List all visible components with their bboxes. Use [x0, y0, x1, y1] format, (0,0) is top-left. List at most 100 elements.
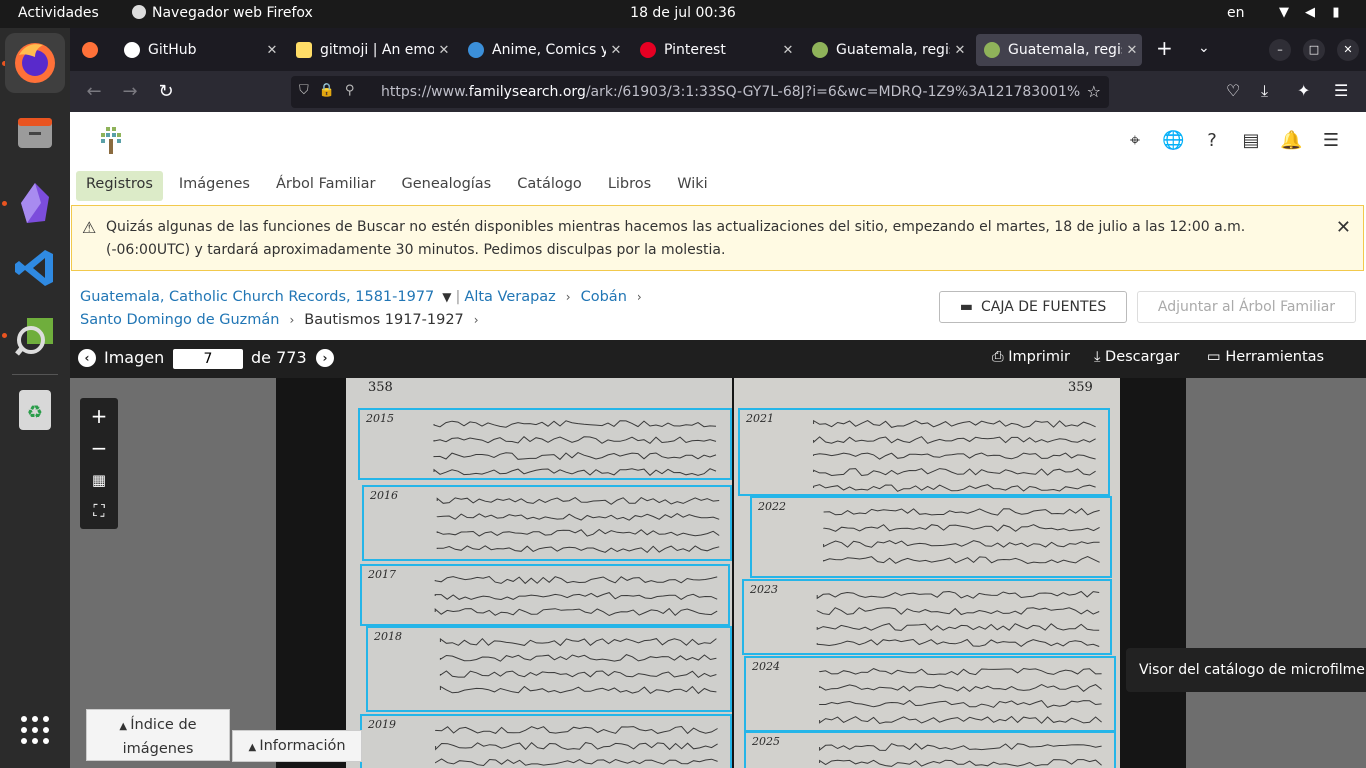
nav-registros[interactable]: Registros: [76, 171, 163, 201]
obsidian-dock-icon[interactable]: [5, 173, 65, 233]
downloads-icon[interactable]: ⤓: [1261, 81, 1268, 101]
system-tray[interactable]: ▼ ◀ ▮: [1276, 5, 1344, 21]
record-number: 2021: [746, 412, 774, 425]
close-banner-icon[interactable]: ✕: [1336, 216, 1351, 239]
messages-icon[interactable]: ▤: [1240, 130, 1262, 152]
firefox-view-icon: [82, 42, 98, 58]
zoom-out-icon[interactable]: −: [80, 432, 118, 464]
maximize-window-icon[interactable]: □: [1303, 39, 1325, 61]
app-menu-icon[interactable]: ☰: [1334, 81, 1348, 100]
nav-genealogias[interactable]: Genealogías: [392, 171, 502, 201]
information-button[interactable]: ▲ Información: [232, 730, 362, 762]
close-window-icon[interactable]: ✕: [1337, 39, 1359, 61]
close-tab-icon[interactable]: ✕: [1122, 43, 1142, 58]
close-tab-icon[interactable]: ✕: [778, 43, 798, 58]
page-number-right: 359: [1068, 380, 1093, 395]
extensions-icon[interactable]: ✦: [1297, 81, 1310, 100]
hamburger-menu-icon[interactable]: ☰: [1320, 130, 1342, 152]
minimize-window-icon[interactable]: –: [1269, 39, 1291, 61]
location-pin-icon[interactable]: ⌖: [1124, 130, 1146, 152]
previous-image-icon[interactable]: ‹: [78, 349, 96, 367]
handwriting-line: [816, 590, 1100, 600]
record-box[interactable]: 2019: [360, 714, 732, 768]
tab-github[interactable]: GitHub ✕: [116, 34, 282, 66]
image-viewer[interactable]: 358 2015 2016 2017 2018 2019 359 2021 20…: [70, 378, 1366, 768]
record-box[interactable]: 2024: [744, 656, 1116, 732]
zoom-in-icon[interactable]: +: [80, 400, 118, 432]
handwriting-scribble: [813, 419, 1096, 492]
svg-text:♻: ♻: [27, 402, 43, 423]
attach-to-tree-button[interactable]: Adjuntar al Árbol Familiar: [1137, 291, 1356, 323]
record-box[interactable]: 2016: [362, 485, 732, 561]
activities-button[interactable]: Actividades: [18, 5, 99, 21]
reload-icon[interactable]: ↻: [154, 81, 178, 102]
app-name-label: Navegador web Firefox: [152, 5, 313, 21]
record-box[interactable]: 2023: [742, 579, 1112, 655]
record-box[interactable]: 2017: [360, 564, 730, 626]
tab-familysearch-active[interactable]: Guatemala, registros ✕: [976, 34, 1142, 66]
breadcrumb-collection[interactable]: Guatemala, Catholic Church Records, 1581…: [80, 286, 434, 309]
close-tab-icon[interactable]: ✕: [950, 43, 970, 58]
nav-catalogo[interactable]: Catálogo: [507, 171, 592, 201]
record-box[interactable]: 2025: [744, 731, 1116, 768]
firefox-dock-icon[interactable]: [5, 33, 65, 93]
nav-libros[interactable]: Libros: [598, 171, 661, 201]
handwriting-line: [823, 507, 1100, 516]
next-image-icon[interactable]: ›: [316, 349, 334, 367]
handwriting-line: [816, 638, 1100, 648]
breadcrumb-municipality[interactable]: Cobán: [581, 286, 627, 309]
download-button[interactable]: ⤓ Descargar: [1094, 349, 1179, 365]
print-button[interactable]: ⎙ Imprimir: [992, 349, 1070, 365]
breadcrumb-parish[interactable]: Santo Domingo de Guzmán: [80, 309, 279, 332]
url-bar[interactable]: ⛉🔒⚲ https://www.familysearch.org/ark:/61…: [291, 76, 1109, 108]
vscode-dock-icon[interactable]: [5, 238, 65, 298]
caret-down-icon[interactable]: ▼: [442, 286, 451, 309]
back-icon[interactable]: ←: [82, 81, 106, 102]
tab-familysearch[interactable]: Guatemala, registros ✕: [804, 34, 970, 66]
image-index-button[interactable]: ▲ Índice de imágenes: [86, 709, 230, 761]
files-dock-icon[interactable]: [5, 103, 65, 163]
source-box-label: CAJA DE FUENTES: [980, 299, 1107, 315]
nav-imagenes[interactable]: Imágenes: [169, 171, 260, 201]
help-icon[interactable]: ?: [1201, 130, 1223, 152]
new-tab-icon[interactable]: +: [1156, 36, 1173, 60]
url-text[interactable]: https://www.familysearch.org/ark:/61903/…: [381, 84, 1081, 100]
handwriting-scribble: [434, 575, 718, 617]
nav-arbol-familiar[interactable]: Árbol Familiar: [266, 171, 386, 201]
record-box[interactable]: 2018: [366, 626, 732, 712]
tab-anime[interactable]: Anime, Comics y Games ✕: [460, 34, 626, 66]
tools-button[interactable]: ▭ Herramientas: [1207, 349, 1324, 365]
tracking-protection-icon[interactable]: ⛉🔒⚲: [299, 83, 364, 98]
trash-dock-icon[interactable]: ♻: [5, 380, 65, 440]
close-tab-icon[interactable]: ✕: [434, 43, 454, 58]
grid-view-icon[interactable]: ▦: [80, 464, 118, 496]
notifications-bell-icon[interactable]: 🔔: [1280, 130, 1302, 152]
image-number-input[interactable]: [173, 349, 243, 369]
familysearch-logo-icon[interactable]: [98, 124, 124, 156]
tab-pinterest[interactable]: Pinterest ✕: [632, 34, 798, 66]
tab-label: Anime, Comics y Games: [492, 42, 606, 58]
close-tab-icon[interactable]: ✕: [262, 43, 282, 58]
tab-gitmoji[interactable]: gitmoji | An emoji guide ✕: [288, 34, 454, 66]
show-apps-icon[interactable]: [5, 700, 65, 760]
tab-label: gitmoji | An emoji guide: [320, 42, 434, 58]
record-box[interactable]: 2021: [738, 408, 1110, 496]
forward-icon[interactable]: →: [118, 81, 142, 102]
source-box-button[interactable]: ▬ CAJA DE FUENTES: [939, 291, 1127, 323]
system-top-bar: Actividades Navegador web Firefox 18 de …: [0, 0, 1366, 28]
list-all-tabs-icon[interactable]: ⌄: [1198, 40, 1210, 56]
pocket-icon[interactable]: ♡: [1226, 81, 1240, 100]
globe-icon[interactable]: 🌐: [1162, 130, 1184, 152]
language-indicator[interactable]: en: [1227, 5, 1245, 21]
record-box[interactable]: 2022: [750, 496, 1112, 578]
firefox-view-button[interactable]: [80, 34, 102, 66]
fullscreen-icon[interactable]: ⛶: [80, 495, 118, 527]
breadcrumb-department[interactable]: Alta Verapaz: [464, 286, 555, 309]
app-menu[interactable]: Navegador web Firefox: [132, 5, 313, 21]
close-tab-icon[interactable]: ✕: [606, 43, 626, 58]
record-box[interactable]: 2015: [358, 408, 732, 480]
microfilm-scan[interactable]: 358 2015 2016 2017 2018 2019 359 2021 20…: [276, 378, 1186, 768]
image-viewer-dock-icon[interactable]: [5, 306, 65, 366]
nav-wiki[interactable]: Wiki: [667, 171, 717, 201]
bookmark-star-icon[interactable]: ☆: [1087, 82, 1101, 101]
